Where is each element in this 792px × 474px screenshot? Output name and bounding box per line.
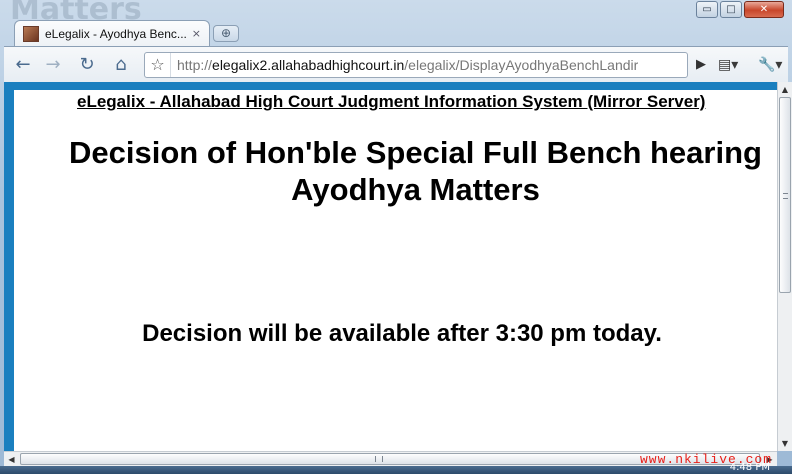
vertical-scrollbar[interactable]: ▲ ▼ <box>777 82 792 451</box>
scroll-up-icon[interactable]: ▲ <box>778 82 792 97</box>
back-button[interactable]: ← <box>10 52 36 78</box>
wrench-menu-icon[interactable]: 🔧▾ <box>758 52 782 78</box>
page-menu-icon[interactable]: ▤▾ <box>718 52 738 78</box>
url-domain: elegalix2.allahabadhighcourt.in <box>212 57 405 73</box>
minimize-button[interactable]: ▭ <box>696 1 718 18</box>
go-button[interactable]: ▶ <box>690 52 712 78</box>
grip-icon <box>783 193 788 199</box>
scroll-left-icon[interactable]: ◀ <box>4 452 19 467</box>
watermark: www.nkilive.com <box>640 452 773 467</box>
url-path: /elegalix/DisplayAyodhyaBenchLandir <box>404 57 639 73</box>
tab-close-icon[interactable]: × <box>192 27 201 40</box>
page-title: Decision of Hon'ble Special Full Bench h… <box>69 135 762 207</box>
availability-notice: Decision will be available after 3:30 pm… <box>142 320 662 347</box>
forward-button[interactable]: → <box>40 52 66 78</box>
url-scheme: http:// <box>177 57 213 73</box>
home-button[interactable]: ⌂ <box>108 52 134 78</box>
scroll-down-icon[interactable]: ▼ <box>778 436 792 451</box>
grip-icon <box>375 456 383 462</box>
bookmark-star-icon[interactable]: ☆ <box>145 53 171 77</box>
favicon-icon <box>23 25 39 42</box>
reload-button[interactable]: ↻ <box>74 52 100 78</box>
page-content: eLegalix - Allahabad High Court Judgment… <box>14 90 777 451</box>
tab-title: eLegalix - Ayodhya Benc... <box>45 26 186 41</box>
maximize-button[interactable]: □ <box>720 1 742 18</box>
address-bar[interactable]: ☆ http://elegalix2.allahabadhighcourt.in… <box>144 52 688 78</box>
active-tab[interactable]: eLegalix - Ayodhya Benc... × <box>14 20 210 46</box>
url-text[interactable]: http://elegalix2.allahabadhighcourt.in/e… <box>171 57 638 73</box>
close-window-button[interactable]: ✕ <box>744 1 784 18</box>
window-controls: ▭ □ ✕ <box>696 1 784 18</box>
new-tab-button[interactable]: ⊕ <box>213 25 239 42</box>
site-header-link[interactable]: eLegalix - Allahabad High Court Judgment… <box>77 92 767 112</box>
vertical-scroll-thumb[interactable] <box>779 97 791 293</box>
browser-toolbar: ← → ↻ ⌂ ☆ http://elegalix2.allahabadhigh… <box>4 46 788 82</box>
taskbar <box>0 466 792 474</box>
